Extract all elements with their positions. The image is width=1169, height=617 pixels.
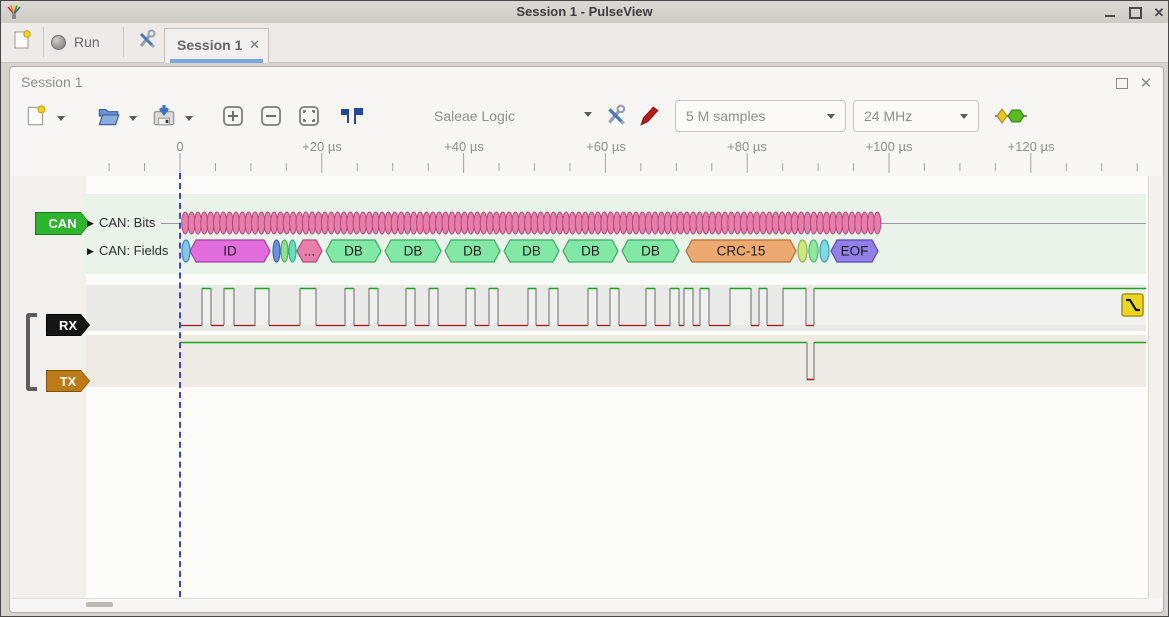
sample-rate-select[interactable]: 24 MHz — [853, 100, 979, 132]
window-title: Session 1 - PulseView — [1, 4, 1168, 19]
channels-button[interactable] — [637, 103, 663, 129]
device-config-button[interactable] — [603, 103, 629, 129]
ruler-label: 0 — [176, 139, 183, 154]
maximize-button[interactable] — [1126, 6, 1144, 20]
horizontal-scrollbar-track — [11, 598, 1148, 611]
ruler[interactable]: 0 +20 µs +40 µs +60 µs +80 µs +100 µs +120 µs — [1, 139, 1168, 155]
decoder-tag-can[interactable]: CAN — [35, 212, 90, 235]
open-folder-icon — [95, 103, 121, 129]
run-state-icon — [51, 35, 66, 50]
zoom-fit-icon — [297, 104, 321, 128]
decoder-row-label-bits: CAN: Bits — [99, 215, 155, 230]
ruler-label: +120 µs — [1008, 139, 1055, 154]
trigger-markers-button[interactable] — [337, 103, 367, 129]
sample-count-select[interactable]: 5 M samples — [675, 100, 846, 132]
save-button[interactable] — [151, 103, 177, 129]
chevron-down-icon — [57, 116, 65, 125]
chevron-down-icon — [960, 114, 968, 123]
pulseview-window: Session 1 - PulseView ✕ Run — [0, 0, 1169, 617]
sample-rate-value: 24 MHz — [864, 108, 912, 124]
ruler-label: +80 µs — [727, 139, 767, 154]
settings-button[interactable] — [134, 27, 160, 53]
tools-icon — [604, 104, 628, 128]
chevron-down-icon — [584, 112, 592, 121]
close-button[interactable]: ✕ — [1150, 6, 1168, 20]
chevron-down-icon — [185, 116, 193, 125]
decoder-tag-label: CAN — [36, 213, 89, 234]
zoom-out-button[interactable] — [258, 103, 284, 129]
save-dropdown[interactable] — [185, 111, 197, 123]
trace-view[interactable] — [11, 176, 1148, 598]
device-select[interactable]: Saleae Logic — [434, 103, 592, 129]
close-icon: ✕ — [1154, 5, 1165, 21]
chevron-down-icon — [129, 116, 137, 125]
close-icon: ✕ — [1140, 74, 1153, 92]
minimize-button[interactable] — [1101, 6, 1119, 20]
expander-icon[interactable]: ▶ — [87, 218, 94, 229]
channel-tag-label: RX — [47, 315, 89, 335]
probe-icon — [638, 104, 662, 128]
open-button[interactable] — [95, 103, 121, 129]
minimize-icon — [1105, 15, 1115, 17]
new-session-icon — [11, 29, 33, 51]
new-file-dropdown[interactable] — [57, 111, 69, 123]
tab-session-1[interactable]: Session 1 ✕ — [164, 28, 269, 63]
open-dropdown[interactable] — [129, 111, 141, 123]
chevron-down-icon — [827, 114, 835, 123]
toolbar-separator — [123, 27, 124, 57]
ruler-label: +20 µs — [302, 139, 342, 154]
channel-group-bracket — [26, 313, 37, 391]
time-zero-cursor[interactable] — [179, 173, 181, 597]
ruler-label: +40 µs — [444, 139, 484, 154]
trigger-flags-icon — [338, 104, 366, 128]
decoder-icon — [995, 107, 1027, 125]
session-title: Session 1 — [21, 74, 82, 90]
zoom-in-button[interactable] — [220, 103, 246, 129]
add-decoder-button[interactable] — [995, 107, 1027, 130]
new-session-button[interactable] — [9, 27, 35, 53]
new-file-icon — [24, 104, 48, 128]
subwindow-restore-button[interactable] — [1113, 75, 1131, 91]
expander-icon[interactable]: ▶ — [87, 246, 94, 257]
channel-tag-label: TX — [47, 371, 89, 391]
device-select-value: Saleae Logic — [434, 108, 515, 124]
sample-count-value: 5 M samples — [686, 108, 765, 124]
run-label: Run — [74, 34, 100, 50]
zoom-fit-button[interactable] — [296, 103, 322, 129]
save-icon — [151, 103, 177, 129]
settings-icon — [136, 29, 158, 51]
tab-label: Session 1 — [177, 37, 242, 53]
restore-icon — [1116, 78, 1128, 89]
toolbar-separator — [43, 27, 44, 57]
tab-active-underline — [170, 59, 263, 63]
run-button[interactable]: Run — [51, 27, 115, 57]
channel-tag-rx[interactable]: RX — [46, 314, 90, 336]
vertical-scrollbar[interactable] — [1148, 176, 1162, 598]
channel-tag-tx[interactable]: TX — [46, 370, 90, 392]
subwindow-close-button[interactable]: ✕ — [1137, 75, 1155, 91]
horizontal-scrollbar-thumb[interactable] — [86, 602, 113, 607]
titlebar[interactable]: Session 1 - PulseView ✕ — [1, 1, 1168, 24]
decoder-row-label-fields: CAN: Fields — [99, 243, 168, 258]
tab-close-icon[interactable]: ✕ — [249, 37, 260, 53]
ruler-label: +60 µs — [586, 139, 626, 154]
zoom-out-icon — [259, 104, 283, 128]
zoom-in-icon — [221, 104, 245, 128]
main-toolbar: Run Session 1 ✕ — [1, 23, 1168, 63]
new-file-button[interactable] — [23, 103, 49, 129]
maximize-icon — [1129, 7, 1142, 19]
ruler-label: +100 µs — [866, 139, 913, 154]
